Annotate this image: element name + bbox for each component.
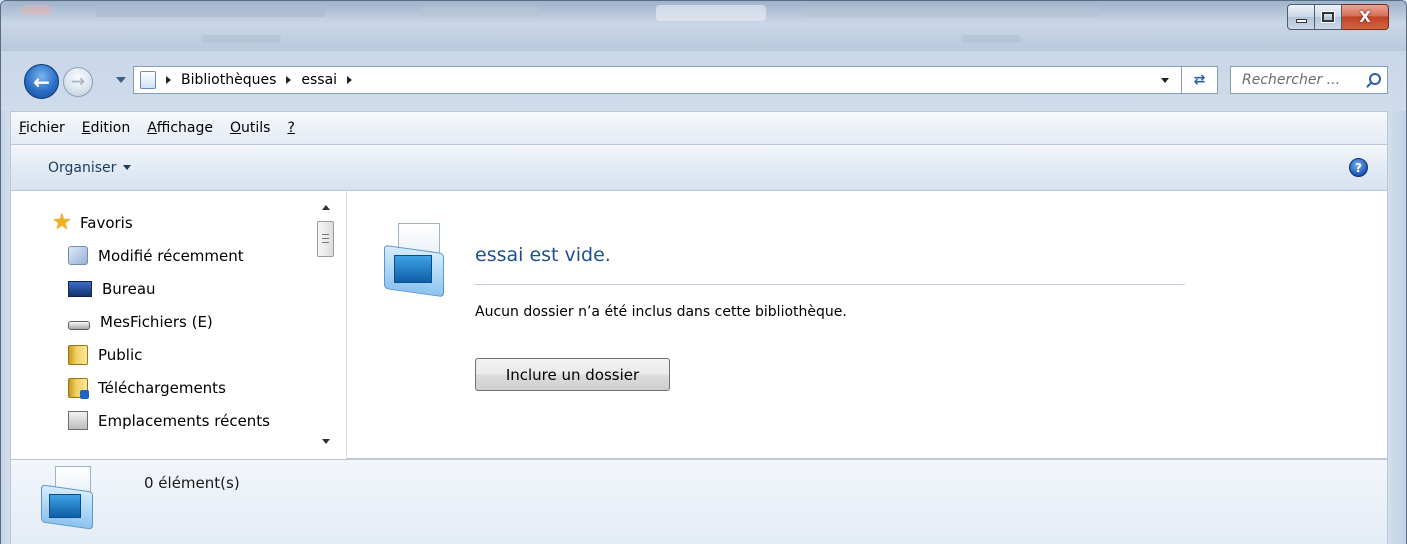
back-arrow-icon: ← [33,69,50,94]
minimize-button[interactable] [1287,4,1315,30]
grip-line [322,234,329,235]
back-button[interactable]: ← [24,64,59,99]
library-icon [41,466,101,530]
history-dropdown-icon[interactable] [116,77,126,83]
drive-icon [68,320,90,330]
blurred-background [21,5,51,15]
refresh-button[interactable]: ⇄ [1181,67,1217,93]
sidebar-item-label: Téléchargements [98,379,226,397]
address-bar[interactable]: Bibliothèques essai ⇄ [133,66,1218,94]
menu-fichier[interactable]: Fichier [19,120,65,136]
empty-library-description: Aucun dossier n’a été inclus dans cette … [475,304,847,320]
scroll-down-icon[interactable] [322,439,330,444]
breadcrumb-separator-icon[interactable] [166,76,171,84]
search-placeholder: Rechercher ... [1242,72,1341,88]
divider [474,284,1185,285]
sidebar-item-label: Public [98,346,143,364]
menu-bar: Fichier Edition Affichage Outils ? [10,111,1388,144]
library-icon [384,223,452,298]
grip-line [322,242,329,243]
library-icon-screen [49,494,81,518]
sidebar-item-label: MesFichiers (E) [100,313,213,331]
star-icon: ★ [52,210,72,235]
breadcrumb-separator-icon[interactable] [347,76,353,84]
sidebar-item-label: Bureau [102,280,156,298]
menu-help[interactable]: ? [287,120,294,136]
scroll-up-icon[interactable] [322,205,330,210]
sidebar-item-bureau[interactable]: Bureau [68,280,156,298]
forward-arrow-icon: → [70,72,86,92]
refresh-icon: ⇄ [1193,72,1206,88]
address-history-dropdown-icon[interactable] [1161,78,1169,83]
sidebar-item-modifie-recemment[interactable]: Modifié récemment [68,246,244,265]
close-button[interactable]: X [1342,4,1389,30]
sidebar-item-mesfichiers[interactable]: MesFichiers (E) [68,313,213,331]
window-controls: X [1287,4,1389,30]
include-folder-button[interactable]: Inclure un dossier [475,358,670,391]
title-bar: X [1,1,1406,51]
library-icon-screen [394,255,432,283]
menu-affichage[interactable]: Affichage [147,120,213,136]
blurred-background [201,35,281,43]
library-location-icon [140,71,156,89]
maximize-button[interactable] [1315,4,1342,30]
breadcrumb-libraries[interactable]: Bibliothèques [181,72,276,88]
window-frame-left [1,111,10,544]
search-icon[interactable] [1369,73,1381,85]
command-bar: Organiser ? [10,144,1388,191]
downloads-folder-icon [68,378,89,399]
recent-icon [68,246,88,265]
navigation-scrollbar[interactable] [314,191,338,459]
menu-edition[interactable]: Edition [82,120,130,136]
folder-icon [68,345,88,365]
sidebar-item-favoris[interactable]: ★ Favoris [52,210,133,235]
grip-line [322,238,329,239]
blurred-background [421,7,541,17]
sidebar-item-label: Favoris [80,214,133,232]
organiser-label: Organiser [48,159,117,176]
sidebar-item-telechargements[interactable]: Téléchargements [68,378,226,399]
content-area: ★ Favoris Modifié récemment Bureau MesFi… [10,191,1388,459]
library-main-pane: essai est vide. Aucun dossier n’a été in… [348,191,1389,459]
breadcrumb-current-library[interactable]: essai [301,72,337,88]
blurred-background [656,5,766,21]
blurred-background [96,7,326,17]
desktop-icon [68,281,92,297]
window-frame-right [1387,111,1406,544]
close-icon: X [1359,8,1371,26]
explorer-window: X ← → Bibliothèques essai ⇄ Rechercher .… [0,0,1407,544]
scrollbar-thumb[interactable] [317,221,334,257]
help-icon: ? [1355,160,1362,175]
blurred-background [801,7,1101,17]
organiser-button[interactable]: Organiser [48,159,132,176]
breadcrumb-separator-icon[interactable] [286,76,292,84]
help-button[interactable]: ? [1349,158,1368,177]
empty-library-title: essai est vide. [475,244,611,266]
sidebar-item-label: Emplacements récents [98,411,271,430]
item-count: 0 élément(s) [144,474,240,492]
recent-places-icon [68,411,88,430]
navigation-bar: ← → Bibliothèques essai ⇄ Rechercher ... [1,61,1406,101]
sidebar-item-label: Modifié récemment [98,246,244,265]
menu-outils[interactable]: Outils [230,120,270,136]
search-input[interactable]: Rechercher ... [1230,66,1388,94]
sidebar-item-emplacements-recents[interactable]: Emplacements récents [68,411,270,430]
maximize-icon [1321,11,1335,23]
chevron-down-icon [123,165,132,170]
navigation-pane: ★ Favoris Modifié récemment Bureau MesFi… [11,191,347,459]
minimize-icon [1295,19,1307,23]
blurred-background [961,35,1021,43]
sidebar-item-public[interactable]: Public [68,345,142,365]
forward-button[interactable]: → [63,67,93,97]
details-pane: 0 élément(s) [10,459,1388,544]
